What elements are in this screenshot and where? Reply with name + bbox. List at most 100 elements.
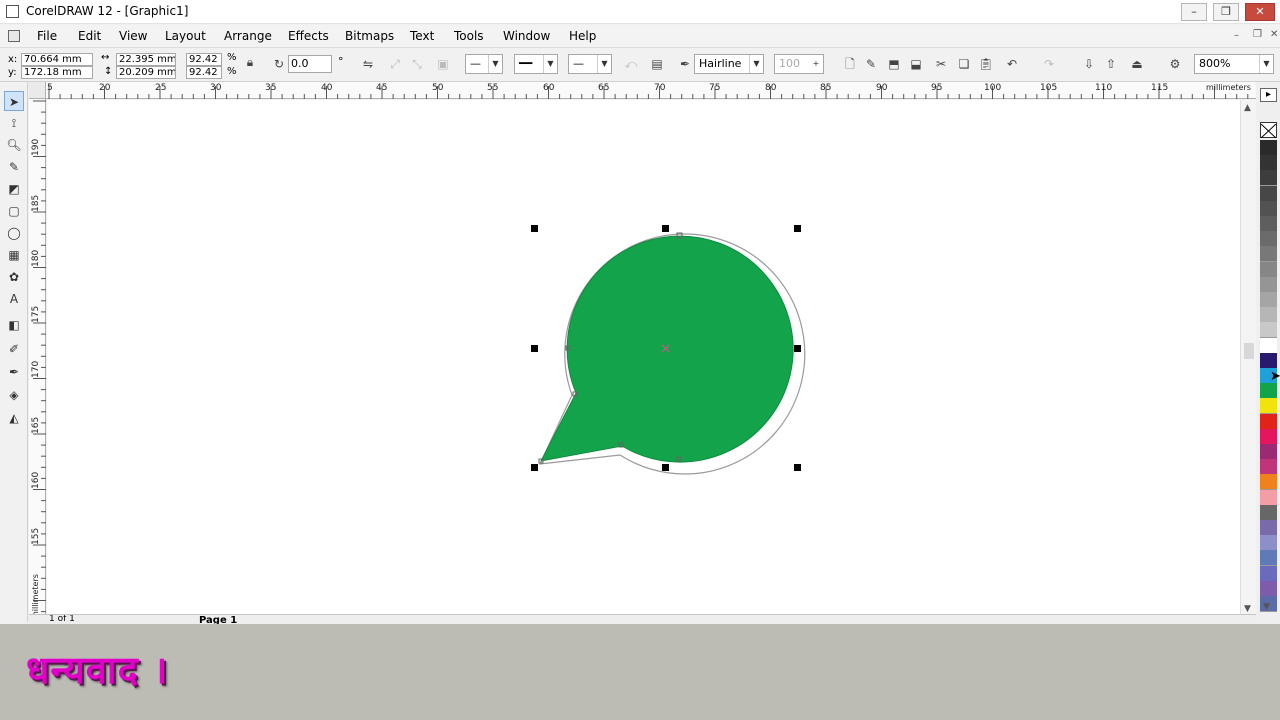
color-swatch[interactable]	[1260, 292, 1277, 308]
outline-width-select[interactable]: Hairline ▼	[694, 54, 764, 74]
color-swatch[interactable]	[1260, 398, 1277, 415]
horizontal-ruler[interactable]: 5 20 25 30 35 40 45 50 55 60 65 70 75 80…	[46, 82, 1256, 99]
color-swatch[interactable]	[1260, 307, 1277, 324]
color-swatch[interactable]	[1260, 337, 1277, 354]
menu-help[interactable]: Help	[569, 29, 596, 43]
wrap-text-icon[interactable]: ⤺	[622, 55, 640, 73]
menu-file[interactable]: File	[37, 29, 57, 43]
import-icon[interactable]: ⬒	[885, 55, 903, 73]
page-tab[interactable]: Page 1	[199, 615, 237, 624]
zoom-tool-icon[interactable]: 🔍︎	[4, 135, 24, 155]
import-file-icon[interactable]: ⇩	[1080, 55, 1098, 73]
color-swatch[interactable]	[1260, 550, 1277, 567]
menu-window[interactable]: Window	[503, 29, 550, 43]
fill-tool-icon[interactable]: ◈	[4, 385, 24, 405]
drawing-canvas[interactable]	[47, 100, 1240, 620]
menu-layout[interactable]: Layout	[165, 29, 206, 43]
menu-effects[interactable]: Effects	[288, 29, 329, 43]
open-icon[interactable]: ✎	[862, 55, 880, 73]
rectangle-tool-icon[interactable]: ▢	[4, 201, 24, 221]
color-swatch[interactable]	[1260, 216, 1277, 232]
color-swatch[interactable]	[1260, 565, 1277, 582]
start-arrow-select[interactable]: — ▼	[465, 54, 503, 74]
color-swatch[interactable]	[1260, 231, 1277, 248]
color-swatch[interactable]	[1260, 413, 1277, 430]
menu-edit[interactable]: Edit	[78, 29, 101, 43]
freehand-tool-icon[interactable]: ✎	[4, 157, 24, 177]
height-field[interactable]: 20.209 mm	[116, 66, 176, 79]
smart-fill-tool-icon[interactable]: ◩	[4, 179, 24, 199]
graph-paper-tool-icon[interactable]: ▦	[4, 245, 24, 265]
export-file-icon[interactable]: ⇧	[1102, 55, 1120, 73]
doc-restore-icon[interactable]: ❐	[1253, 29, 1262, 40]
scroll-up-icon[interactable]: ▲	[1244, 103, 1251, 113]
color-swatch[interactable]	[1260, 246, 1277, 263]
redo-icon[interactable]: ↷	[1040, 55, 1058, 73]
x-position-field[interactable]: 70.664 mm	[21, 53, 93, 66]
break-apart-icon[interactable]: ⤢	[386, 55, 404, 73]
shape-tool-icon[interactable]: ⟟	[4, 113, 24, 133]
ruler-origin[interactable]	[29, 82, 46, 99]
color-swatch[interactable]	[1260, 444, 1277, 460]
palette-scroll-icon[interactable]: ▸	[1260, 88, 1277, 102]
close-button[interactable]: ✕	[1245, 3, 1275, 21]
outline-tool-icon[interactable]: ✒	[4, 362, 24, 382]
restore-button[interactable]: ❐	[1213, 3, 1239, 21]
scale-y-field[interactable]: 92.42	[186, 66, 222, 79]
color-swatch[interactable]	[1260, 535, 1277, 552]
node-icon[interactable]: ⤡	[408, 55, 426, 73]
color-swatch[interactable]	[1260, 155, 1277, 172]
color-swatch[interactable]	[1260, 428, 1277, 445]
color-swatch[interactable]	[1260, 200, 1277, 217]
menu-view[interactable]: View	[119, 29, 147, 43]
y-position-field[interactable]: 172.18 mm	[21, 66, 93, 79]
rotation-field[interactable]: 0.0	[288, 55, 332, 73]
interactive-fill-tool-icon[interactable]: ◭	[4, 408, 24, 428]
line-style-select[interactable]: ━━ ▼	[514, 54, 558, 74]
launcher-icon[interactable]: ⏏	[1128, 55, 1146, 73]
doc-minimize-icon[interactable]: –	[1234, 30, 1239, 41]
color-swatch[interactable]	[1260, 276, 1277, 293]
scrollbar-thumb[interactable]	[1244, 343, 1254, 359]
page-nav-count[interactable]: 1 of 1	[49, 615, 75, 624]
basic-shapes-tool-icon[interactable]: ✿	[4, 267, 24, 287]
pick-tool-icon[interactable]: ➤	[4, 91, 24, 111]
ellipse-tool-icon[interactable]: ◯	[4, 223, 24, 243]
copy-icon[interactable]: ❏	[955, 55, 973, 73]
color-swatch[interactable]	[1260, 352, 1277, 369]
undo-icon[interactable]: ↶	[1003, 55, 1021, 73]
vertical-ruler[interactable]: 190 185 180 175 170 165 160 155 millimet…	[29, 99, 46, 621]
vertical-scrollbar[interactable]: ▲ ▼	[1240, 100, 1256, 620]
no-fill-swatch[interactable]	[1260, 122, 1277, 139]
color-swatch[interactable]	[1260, 474, 1277, 491]
new-icon[interactable]: 🗋︎	[841, 55, 859, 73]
text-tool-icon[interactable]: A	[4, 289, 24, 309]
color-swatch[interactable]	[1260, 383, 1277, 400]
color-swatch[interactable]	[1260, 185, 1277, 202]
menu-bitmaps[interactable]: Bitmaps	[345, 29, 394, 43]
mirror-icon[interactable]: ⇋	[359, 55, 377, 73]
end-arrow-select[interactable]: — ▼	[568, 54, 612, 74]
menu-tools[interactable]: Tools	[454, 29, 484, 43]
menu-arrange[interactable]: Arrange	[224, 29, 272, 43]
document-icon[interactable]	[8, 30, 20, 42]
color-swatch[interactable]	[1260, 261, 1277, 278]
color-swatch[interactable]	[1260, 520, 1277, 536]
convert-curve-icon[interactable]: ▣	[434, 55, 452, 73]
color-swatch[interactable]	[1260, 504, 1277, 521]
palette-down-icon[interactable]: ▼	[1263, 602, 1270, 612]
doc-close-icon[interactable]: ✕	[1270, 29, 1278, 40]
minimize-button[interactable]: –	[1181, 3, 1207, 21]
color-swatch[interactable]	[1260, 580, 1277, 597]
opacity-field[interactable]: 100 +	[774, 54, 824, 74]
to-front-icon[interactable]: ▤	[648, 55, 666, 73]
color-swatch[interactable]	[1260, 140, 1277, 156]
paste-icon[interactable]: 📋︎	[977, 55, 995, 73]
color-swatch[interactable]	[1260, 170, 1277, 187]
color-swatch[interactable]	[1260, 322, 1277, 339]
menu-text[interactable]: Text	[410, 29, 434, 43]
zoom-select[interactable]: 800% ▼	[1194, 54, 1274, 74]
eyedropper-tool-icon[interactable]: ✐	[4, 339, 24, 359]
width-field[interactable]: 22.395 mm	[116, 53, 176, 66]
export-icon[interactable]: ⬓	[907, 55, 925, 73]
